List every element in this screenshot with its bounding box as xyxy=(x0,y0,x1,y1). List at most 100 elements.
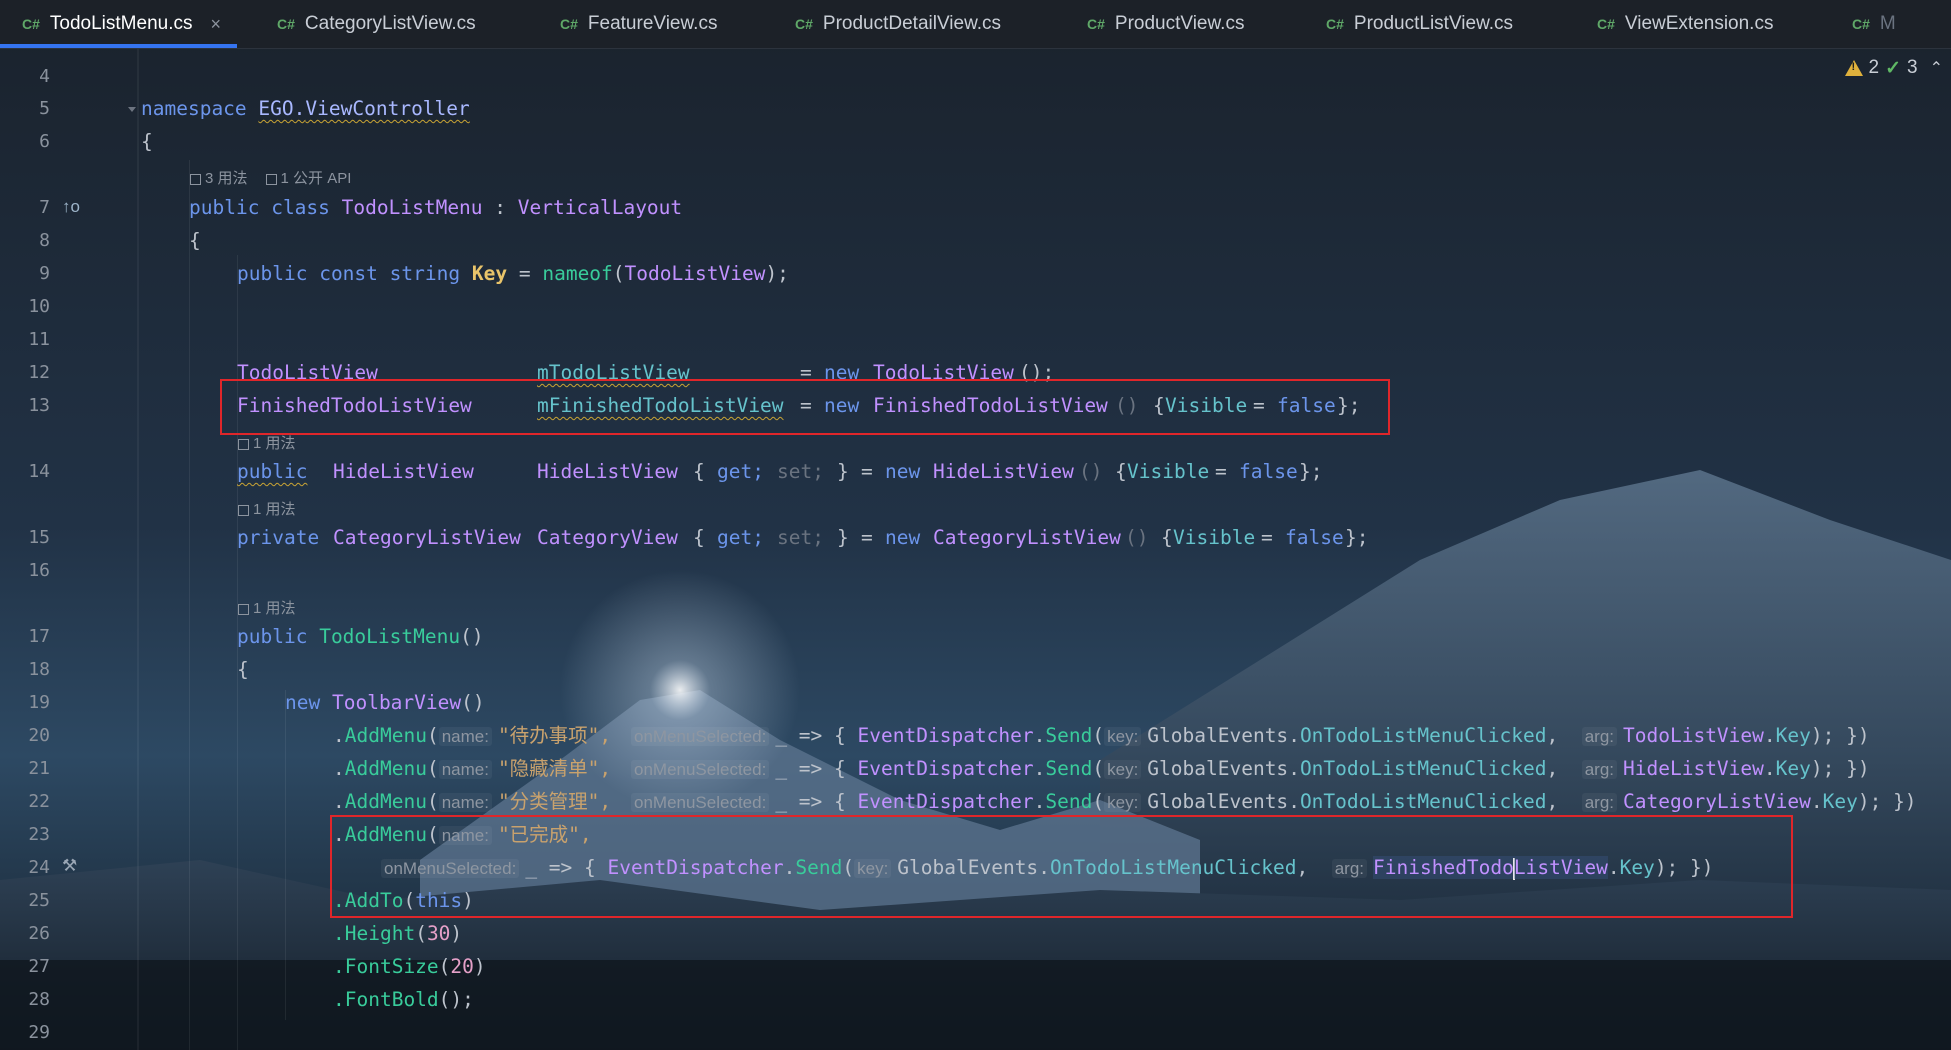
line-number[interactable]: 18 xyxy=(0,659,50,680)
code-line-26[interactable]: .Height(30) xyxy=(333,922,462,946)
public-api-hint: 1 公开 API xyxy=(265,170,351,187)
tab-productdetailview[interactable]: C# ProductDetailView.cs xyxy=(795,0,1001,48)
line-number[interactable]: 9 xyxy=(0,263,50,284)
param-hint-onmenuselected: onMenuSelected: xyxy=(631,793,770,812)
warning-icon xyxy=(1844,60,1863,76)
hammer-icon[interactable]: ⚒ xyxy=(62,856,77,876)
line-number[interactable]: 27 xyxy=(0,956,50,977)
code-line-17[interactable]: public TodoListMenu() xyxy=(237,625,484,649)
implementation-marker-icon[interactable]: ↑o xyxy=(62,197,80,217)
param-hint-arg: arg: xyxy=(1581,727,1618,746)
tab-productview[interactable]: C# ProductView.cs xyxy=(1087,0,1244,48)
line-number[interactable]: 20 xyxy=(0,725,50,746)
tab-todolistmenu[interactable]: C# TodoListMenu.cs × xyxy=(0,0,237,48)
tab-categorylistview[interactable]: C# CategoryListView.cs xyxy=(277,0,476,48)
tab-label: M xyxy=(1879,13,1896,34)
usages-hint[interactable]: 1 用法 xyxy=(238,597,296,618)
csharp-file-icon: C# xyxy=(277,16,295,32)
tab-label: ProductView.cs xyxy=(1114,13,1245,34)
tab-viewextension[interactable]: C# ViewExtension.cs xyxy=(1597,0,1773,48)
chevron-up-icon[interactable]: ⌃ xyxy=(1930,58,1943,78)
tab-featureview[interactable]: C# FeatureView.cs xyxy=(560,0,717,48)
usages-icon xyxy=(238,438,249,450)
ok-count: 3 xyxy=(1907,57,1918,78)
line-number[interactable]: 13 xyxy=(0,395,50,416)
code-line-14[interactable]: public HideListView HideListView{get; set;}… xyxy=(237,460,1322,484)
csharp-file-icon: C# xyxy=(1326,16,1344,32)
line-number[interactable]: 21 xyxy=(0,758,50,779)
param-hint-key: key: xyxy=(1104,727,1142,746)
line-number[interactable]: 7 xyxy=(0,197,50,218)
code-line-6[interactable]: { xyxy=(141,130,153,154)
editor-tab-bar: C# TodoListMenu.cs × C# CategoryListView… xyxy=(0,0,1951,49)
line-number[interactable]: 25 xyxy=(0,890,50,911)
csharp-file-icon: C# xyxy=(22,16,40,32)
indent-guide xyxy=(189,160,190,1050)
gutter-separator xyxy=(137,48,139,1050)
fold-arrow-icon[interactable] xyxy=(128,107,136,112)
close-icon[interactable]: × xyxy=(210,14,221,35)
code-line-27[interactable]: .FontSize(20) xyxy=(333,955,486,979)
code-line-15[interactable]: private CategoryListView CategoryView{get;… xyxy=(237,526,1368,550)
active-tab-indicator xyxy=(0,44,237,48)
usages-icon xyxy=(238,504,249,516)
param-hint-key: key: xyxy=(1104,793,1142,812)
param-hint-name: name: xyxy=(438,793,492,812)
highlight-box-field xyxy=(220,379,1390,435)
csharp-file-icon: C# xyxy=(1087,16,1105,32)
usages-icon xyxy=(238,603,249,615)
line-number[interactable]: 26 xyxy=(0,923,50,944)
line-number[interactable]: 17 xyxy=(0,626,50,647)
line-number[interactable]: 5 xyxy=(0,98,50,119)
line-number[interactable]: 8 xyxy=(0,230,50,251)
usages-hint[interactable]: 1 用法 xyxy=(238,498,296,519)
tab-label: CategoryListView.cs xyxy=(304,13,476,34)
line-number[interactable]: 16 xyxy=(0,560,50,581)
line-number[interactable]: 12 xyxy=(0,362,50,383)
param-hint-arg: arg: xyxy=(1581,760,1618,779)
inspection-widget[interactable]: 2 ✓ 3 ⌃ xyxy=(1844,56,1943,80)
line-number[interactable]: 29 xyxy=(0,1022,50,1043)
tab-overflow[interactable]: C# M xyxy=(1852,0,1896,48)
tab-label: ProductDetailView.cs xyxy=(822,13,1002,34)
csharp-file-icon: C# xyxy=(560,16,578,32)
code-line-21[interactable]: .AddMenu(name: "隐藏清单", onMenuSelected: _ =>… xyxy=(333,757,1870,782)
param-hint-key: key: xyxy=(1104,760,1142,779)
param-hint-onmenuselected: onMenuSelected: xyxy=(631,760,770,779)
code-line-28[interactable]: .FontBold(); xyxy=(333,988,474,1012)
line-number[interactable]: 23 xyxy=(0,824,50,845)
tab-label: FeatureView.cs xyxy=(587,13,718,34)
code-line-18[interactable]: { xyxy=(237,658,249,682)
check-icon: ✓ xyxy=(1885,57,1902,79)
tab-productlistview[interactable]: C# ProductListView.cs xyxy=(1326,0,1513,48)
code-line-20[interactable]: .AddMenu(name: "待办事项", onMenuSelected: _ =>… xyxy=(333,724,1870,749)
tab-label: ProductListView.cs xyxy=(1353,13,1514,34)
code-line-9[interactable]: public const string Key = nameof(TodoLis… xyxy=(237,262,789,286)
csharp-file-icon: C# xyxy=(1852,16,1870,32)
line-number[interactable]: 28 xyxy=(0,989,50,1010)
tab-label: TodoListMenu.cs xyxy=(49,13,193,34)
code-line-7[interactable]: public class TodoListMenu : VerticalLayo… xyxy=(189,196,682,220)
code-line-5[interactable]: namespace EGO.ViewController xyxy=(141,97,470,121)
param-hint-name: name: xyxy=(438,727,492,746)
line-number[interactable]: 4 xyxy=(0,66,50,87)
usages-hint[interactable]: 3 用法 1 公开 API xyxy=(190,167,351,188)
line-number[interactable]: 24 xyxy=(0,857,50,878)
line-number[interactable]: 11 xyxy=(0,329,50,350)
line-number[interactable]: 19 xyxy=(0,692,50,713)
code-line-22[interactable]: .AddMenu(name: "分类管理", onMenuSelected: _ =>… xyxy=(333,790,1917,815)
csharp-file-icon: C# xyxy=(795,16,813,32)
line-number[interactable]: 22 xyxy=(0,791,50,812)
code-line-8[interactable]: { xyxy=(189,229,201,253)
code-line-19[interactable]: new ToolbarView() xyxy=(285,691,485,715)
line-number[interactable]: 14 xyxy=(0,461,50,482)
line-number[interactable]: 15 xyxy=(0,527,50,548)
param-hint-onmenuselected: onMenuSelected: xyxy=(631,727,770,746)
line-number[interactable]: 6 xyxy=(0,131,50,152)
indent-guide xyxy=(285,690,286,1020)
warning-count: 2 xyxy=(1868,57,1880,78)
highlight-box-addmenu xyxy=(330,815,1793,918)
param-hint-name: name: xyxy=(438,760,492,779)
usages-hint[interactable]: 1 用法 xyxy=(238,432,296,453)
line-number[interactable]: 10 xyxy=(0,296,50,317)
